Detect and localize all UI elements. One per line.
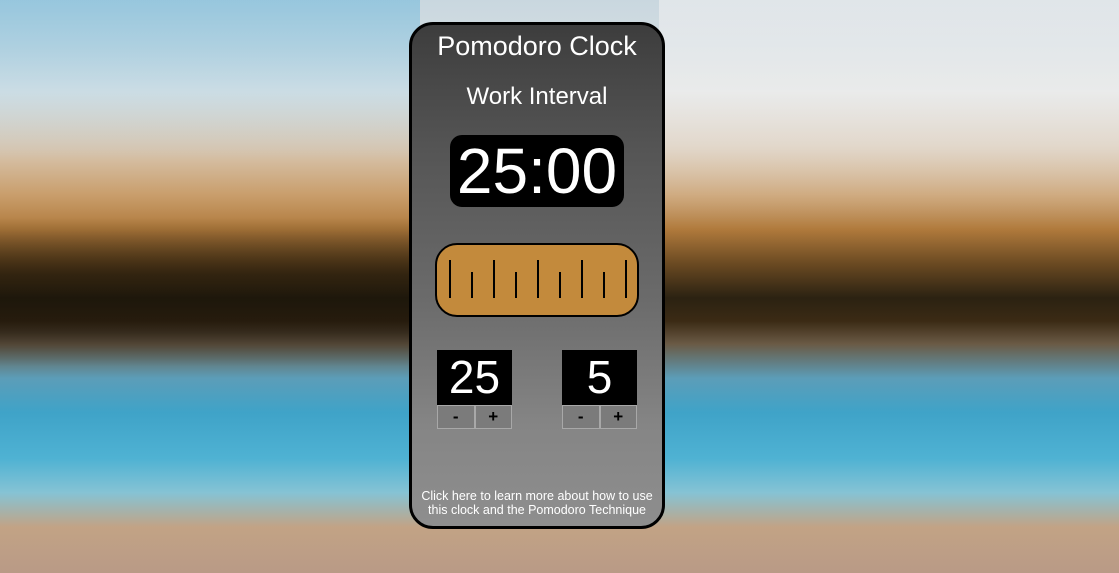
break-length-setter: 5 - + (562, 350, 637, 429)
pomodoro-card: Pomodoro Clock Work Interval 25:00 25 - … (409, 22, 665, 529)
ruler-tick (581, 260, 583, 298)
ruler-tick (559, 272, 561, 298)
ruler-tick (493, 260, 495, 298)
progress-ruler (435, 243, 639, 317)
work-length-buttons: - + (437, 405, 512, 429)
ruler-tick (449, 260, 451, 298)
ruler-tick (625, 260, 627, 298)
work-length-value: 25 (437, 350, 512, 405)
interval-label: Work Interval (466, 83, 608, 110)
break-length-value: 5 (562, 350, 637, 405)
work-decrement-button[interactable]: - (437, 405, 475, 429)
learn-more-link[interactable]: Click here to learn more about how to us… (412, 489, 662, 517)
ruler-tick (603, 272, 605, 298)
background-haze-left (0, 0, 420, 573)
break-increment-button[interactable]: + (599, 405, 637, 429)
app-title: Pomodoro Clock (437, 31, 637, 61)
ruler-tick (515, 272, 517, 298)
work-increment-button[interactable]: + (474, 405, 512, 429)
ruler-tick (537, 260, 539, 298)
break-decrement-button[interactable]: - (562, 405, 600, 429)
work-length-setter: 25 - + (437, 350, 512, 429)
break-length-buttons: - + (562, 405, 637, 429)
timer-display[interactable]: 25:00 (450, 135, 624, 207)
background-haze-right (659, 0, 1119, 573)
ruler-tick (471, 272, 473, 298)
